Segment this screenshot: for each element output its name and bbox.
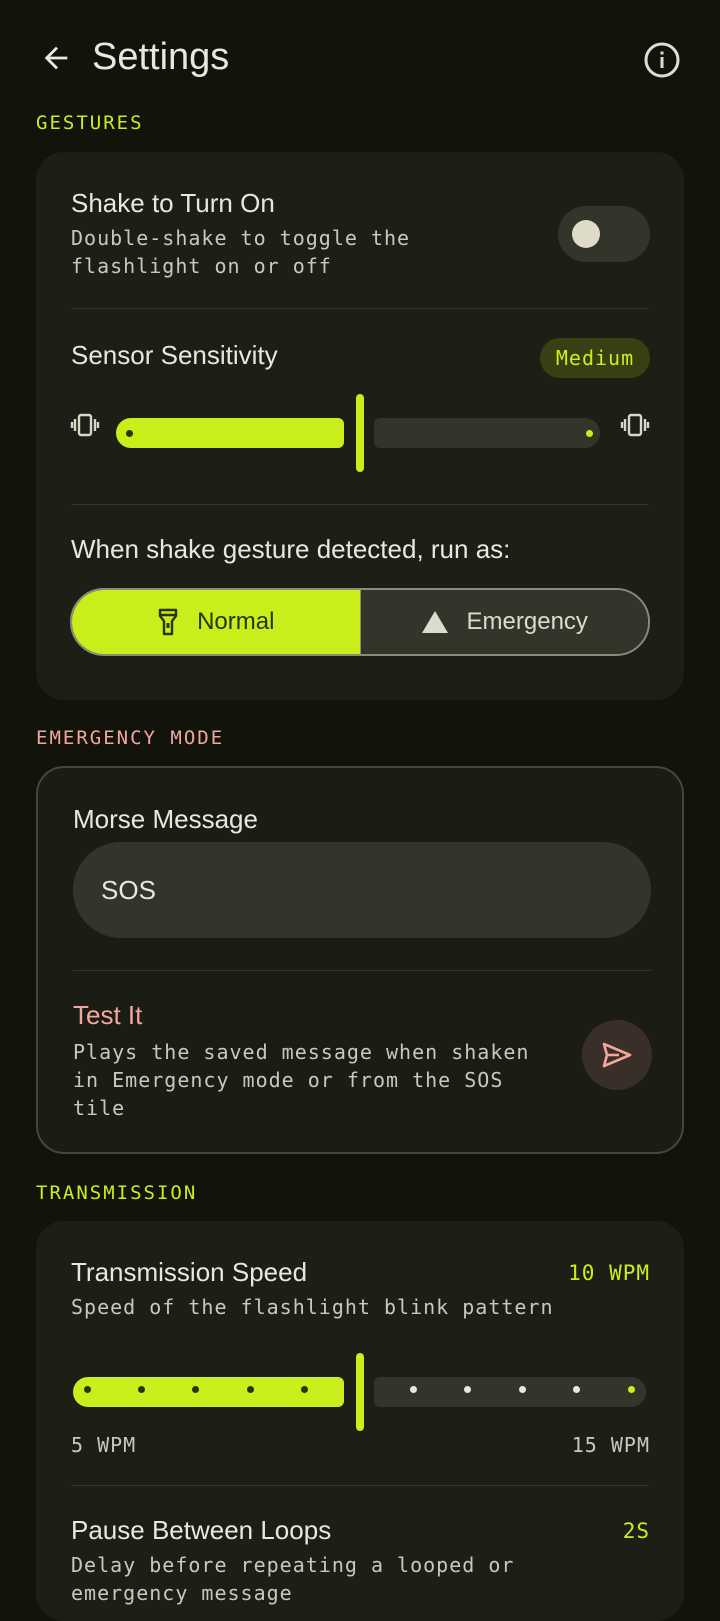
speed-title: Transmission Speed [71, 1257, 308, 1287]
morse-message-input[interactable]: SOS [73, 842, 651, 938]
test-title: Test It [73, 1000, 143, 1030]
slider-stop-dot [192, 1385, 200, 1393]
speed-min-label: 5 WPM [71, 1433, 137, 1457]
slider-stop-dot [573, 1385, 581, 1393]
slider-stop-dot [409, 1385, 417, 1393]
slider-active-track [116, 418, 344, 448]
divider [71, 308, 649, 309]
shake-subtitle: Double-shake to toggle the flashlight on… [71, 226, 411, 278]
shake-toggle[interactable] [558, 206, 650, 262]
slider-stop-dot [137, 1385, 145, 1393]
section-label-transmission: TRANSMISSION [36, 1182, 198, 1204]
transmission-card: Transmission Speed 10 WPM Speed of the f… [36, 1221, 684, 1621]
test-subtitle: Plays the saved message when shaken in E… [73, 1040, 530, 1120]
run-as-normal-button[interactable]: Normal [72, 590, 361, 654]
slider-stop-dot [586, 430, 593, 437]
slider-thumb[interactable] [356, 1353, 364, 1431]
emergency-card: Morse Message SOS Test It Plays the save… [36, 766, 684, 1154]
sensitivity-title: Sensor Sensitivity [71, 340, 278, 370]
slider-stop-dot [464, 1385, 472, 1393]
section-label-gestures: GESTURES [36, 112, 144, 134]
divider [73, 970, 651, 971]
slider-stop-dot [627, 1385, 635, 1393]
slider-thumb[interactable] [356, 394, 364, 472]
warning-triangle-icon [421, 610, 449, 634]
slider-stop-dot [518, 1385, 526, 1393]
speed-value: 10 WPM [568, 1261, 650, 1285]
info-icon [644, 42, 680, 78]
gestures-card: Shake to Turn On Double-shake to toggle … [36, 152, 684, 700]
page-title: Settings [92, 36, 230, 78]
divider [71, 504, 649, 505]
speed-max-label: 15 WPM [571, 1433, 650, 1457]
run-as-normal-label: Normal [197, 608, 275, 635]
slider-stop-dot [301, 1385, 309, 1393]
flashlight-icon [157, 608, 179, 636]
slider-stop-dot [246, 1385, 254, 1393]
app-bar: Settings [0, 0, 720, 120]
arrow-left-icon [44, 46, 68, 70]
run-as-emergency-label: Emergency [466, 608, 588, 635]
section-label-emergency: EMERGENCY MODE [36, 727, 225, 749]
info-button[interactable] [642, 40, 682, 80]
run-as-title: When shake gesture detected, run as: [71, 534, 511, 564]
shake-title: Shake to Turn On [71, 188, 275, 218]
back-button[interactable] [36, 38, 76, 78]
pause-subtitle: Delay before repeating a looped or emerg… [71, 1553, 515, 1605]
slider-stop-dot [126, 430, 133, 437]
test-send-button[interactable] [582, 1020, 652, 1090]
vibrate-icon [620, 413, 650, 437]
speed-subtitle: Speed of the flashlight blink pattern [71, 1295, 554, 1319]
pause-title: Pause Between Loops [71, 1515, 332, 1545]
divider [71, 1485, 649, 1486]
send-icon [602, 1042, 632, 1068]
run-as-segmented-control: Normal Emergency [70, 588, 650, 656]
run-as-emergency-button[interactable]: Emergency [360, 590, 648, 654]
slider-inactive-track [374, 418, 600, 448]
morse-title: Morse Message [73, 804, 258, 834]
toggle-knob [572, 220, 600, 248]
slider-stop-dot [83, 1385, 91, 1393]
sensitivity-badge: Medium [540, 338, 650, 378]
pause-value: 2S [622, 1519, 650, 1543]
vibrate-icon [70, 413, 100, 437]
